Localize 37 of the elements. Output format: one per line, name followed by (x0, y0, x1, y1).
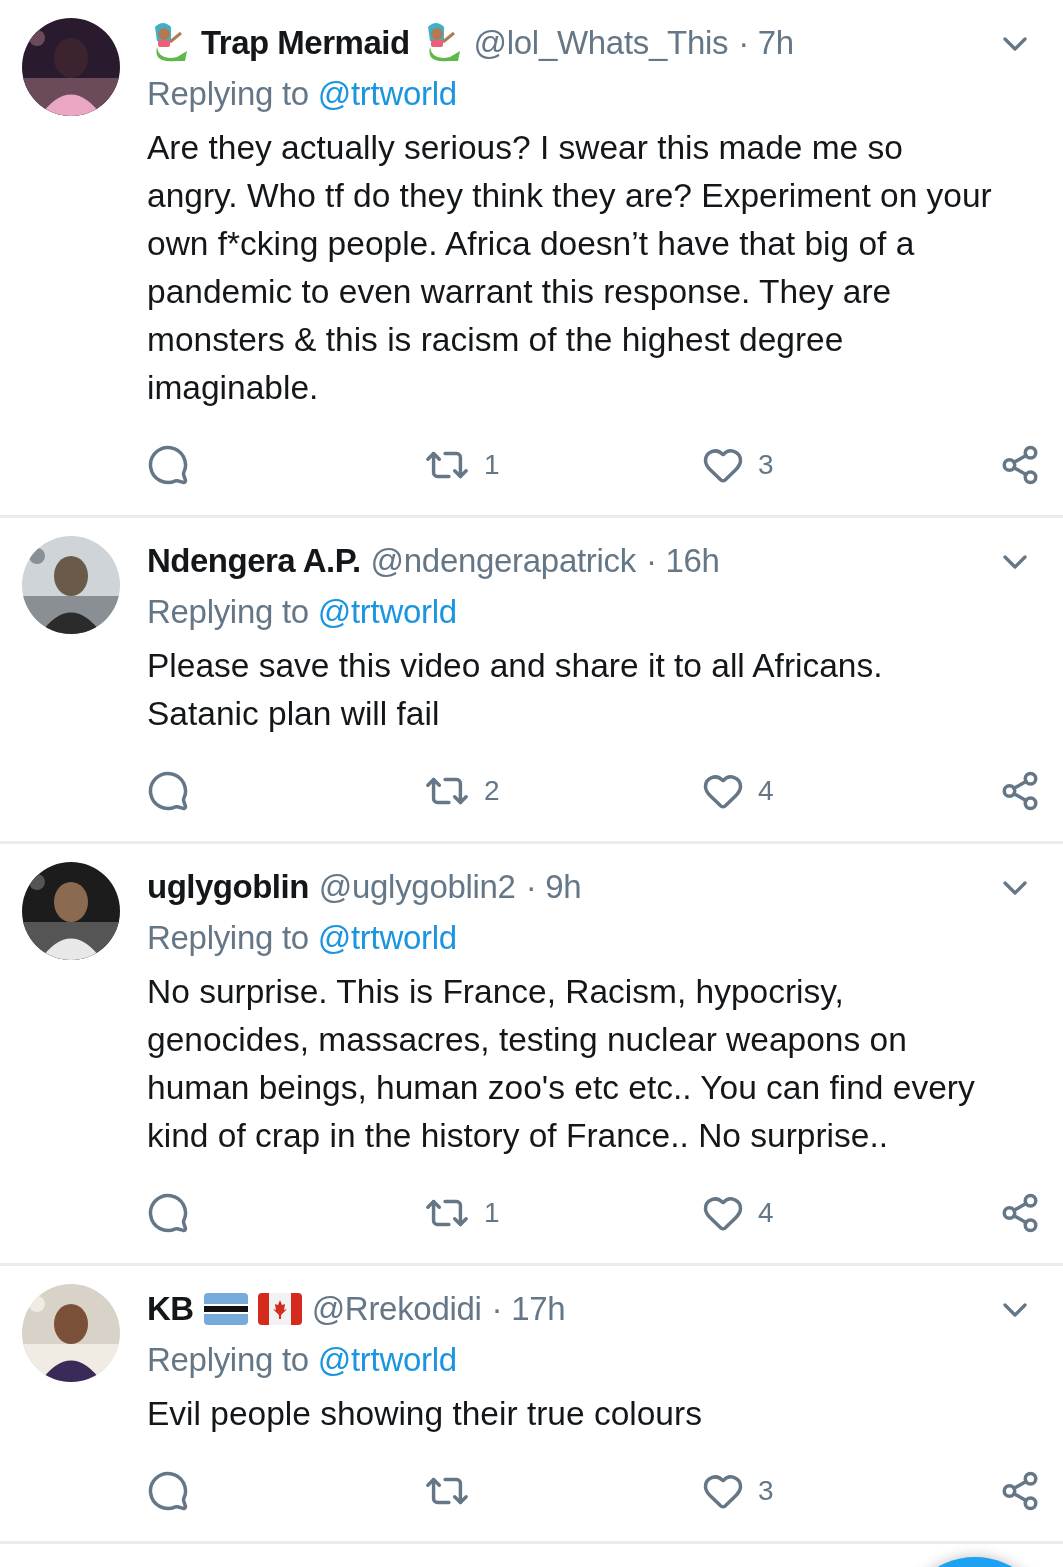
tweet-text: Evil people showing their true colours (147, 1394, 703, 1434)
user-handle: @lol_Whats_This (473, 24, 729, 62)
tweet-time: · 9h (525, 868, 582, 906)
tweet-time: · 7h (738, 24, 794, 62)
reply-icon[interactable] (147, 444, 189, 486)
mention-link[interactable]: @trtworld (317, 1334, 457, 1386)
user-handle: @Rrekodidi (311, 1290, 482, 1328)
retweet-count: 1 (484, 1197, 500, 1229)
like-count: 4 (758, 1197, 774, 1229)
user-name: Trap Mermaid (201, 24, 410, 62)
tweet-text: Please save this video and share it to all Africans. Satanic plan will fail (147, 646, 884, 734)
mention-link[interactable]: @trtworld (317, 912, 457, 964)
tweet-text: No surprise. This is France, Racism, hypocrisy, genocides, massacres, testing nuclear weapons on human beings, human zoo's etc etc.. You can find every kind of crap in the history of France.. No surprise.. (147, 972, 976, 1156)
user-handle: @uglygoblin2 (318, 868, 516, 906)
mention-link[interactable]: @trtworld (317, 586, 457, 638)
reply-icon[interactable] (147, 1470, 189, 1512)
replying-label: Replying to (147, 592, 309, 632)
user-handle: @ndengerapatrick (370, 542, 636, 580)
retweet-count: 1 (484, 449, 500, 481)
like-count: 4 (758, 775, 774, 807)
like-count: 3 (758, 449, 774, 481)
tweet-time: · 17h (491, 1290, 566, 1328)
tweet-time: · 16h (645, 542, 720, 580)
retweet-count: 2 (484, 775, 500, 807)
flag-icon (203, 1293, 248, 1325)
reply-icon[interactable] (147, 1192, 189, 1234)
replying-label: Replying to (147, 918, 309, 958)
user-name: Ndengera A.P. (147, 542, 361, 580)
replying-label: Replying to (147, 1340, 309, 1380)
user-name: uglygoblin (147, 868, 309, 906)
mention-link[interactable]: @trtworld (317, 68, 457, 120)
replying-label: Replying to (147, 74, 309, 114)
like-count: 3 (758, 1475, 774, 1507)
flag-icon (257, 1293, 302, 1325)
reply-icon[interactable] (147, 770, 189, 812)
tweet-text: Are they actually serious? I swear this made me so angry. Who tf do they think they are? Experiment on your own f*cking people. Africa doesn’t have that big of a pandemic to even warrant this response. They are monsters & this is racism of the highest degree imaginable. (147, 128, 993, 408)
user-name: KB (147, 1290, 194, 1328)
